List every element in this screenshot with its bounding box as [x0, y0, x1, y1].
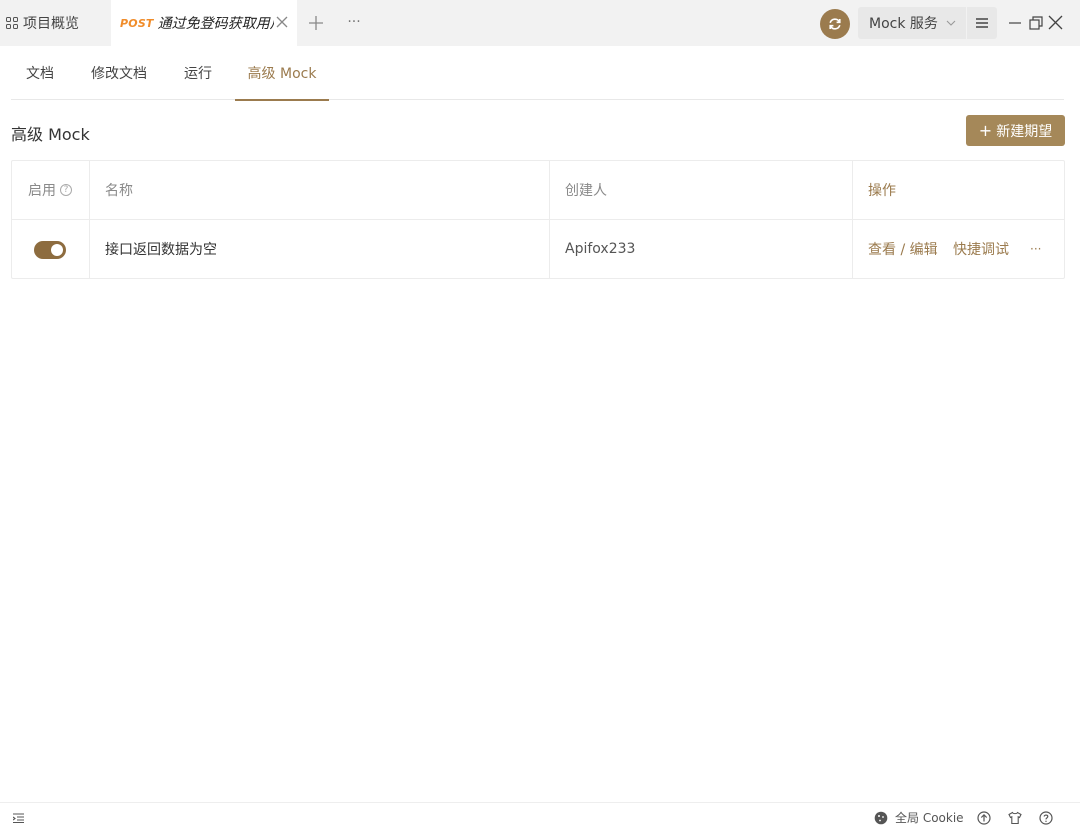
enable-toggle[interactable] [34, 241, 66, 259]
question-icon [1039, 810, 1053, 825]
quick-debug-link[interactable]: 快捷调试 [953, 220, 1009, 278]
new-expectation-label: 新建期望 [996, 123, 1053, 140]
tab-advanced-mock[interactable]: 高级 Mock [235, 46, 329, 101]
tab-endpoint[interactable]: POST 通过免登码获取用户信息 [111, 0, 297, 46]
row-more-icon[interactable]: ··· [1030, 220, 1041, 278]
tab-bar: 项目概览 POST 通过免登码获取用户信息 ··· Mock 服务 [0, 0, 1080, 46]
close-icon[interactable] [274, 14, 290, 30]
tab-edit-docs[interactable]: 修改文档 [87, 46, 151, 100]
sync-icon [829, 18, 841, 30]
hamburger-icon [976, 18, 988, 28]
sync-button[interactable] [820, 9, 850, 39]
toggle-knob [51, 244, 63, 256]
grid-icon [6, 17, 18, 29]
window-close-icon[interactable] [1048, 15, 1063, 30]
header-enabled: 启用 ? [28, 161, 72, 219]
mock-service-select[interactable]: Mock 服务 [858, 7, 966, 39]
help-icon[interactable]: ? [60, 184, 72, 196]
theme-icon [1008, 811, 1022, 824]
status-bar: 全局 Cookie [0, 802, 1080, 831]
tab-project-overview[interactable]: 项目概览 [0, 0, 111, 46]
tab-endpoint-title: 通过免登码获取用户信息 [157, 16, 274, 32]
view-edit-link[interactable]: 查看 / 编辑 [868, 220, 938, 278]
new-expectation-button[interactable]: + 新建期望 [966, 115, 1065, 146]
global-cookie-label: 全局 Cookie [895, 811, 964, 825]
row-creator: Apifox233 [565, 241, 636, 257]
plus-icon: + [978, 121, 993, 140]
method-badge: POST [120, 16, 154, 30]
restore-icon[interactable] [1029, 16, 1043, 30]
list-indent-icon [13, 812, 24, 823]
header-enabled-label: 启用 [28, 183, 56, 199]
help-circle-icon[interactable] [1039, 803, 1053, 831]
upload-icon[interactable] [977, 803, 991, 831]
header-creator: 创建人 [565, 183, 607, 199]
row-name: 接口返回数据为空 [105, 242, 217, 258]
mock-service-label: Mock 服务 [869, 16, 938, 32]
outline-toggle-icon[interactable] [13, 803, 24, 831]
tab-run[interactable]: 运行 [173, 46, 223, 100]
global-cookie-button[interactable]: 全局 Cookie [874, 803, 964, 831]
header-name: 名称 [105, 183, 133, 199]
section-title: 高级 Mock [11, 125, 90, 144]
header-actions: 操作 [868, 183, 896, 199]
arrow-up-circle-icon [977, 810, 991, 825]
sub-tabs: 文档 修改文档 运行 高级 Mock [11, 46, 1064, 101]
minimize-icon[interactable] [1009, 16, 1021, 30]
shirt-icon[interactable] [1008, 803, 1022, 831]
tab-overview-label: 项目概览 [23, 16, 79, 32]
cookie-icon [874, 811, 888, 824]
menu-button[interactable] [967, 7, 997, 39]
plus-icon[interactable] [306, 13, 326, 33]
mock-table: 启用 ? 名称 创建人 操作 接口返回数据为空 Apifox233 查看 / 编… [11, 160, 1065, 279]
chevron-down-icon [946, 20, 956, 26]
tab-docs[interactable]: 文档 [15, 46, 65, 100]
more-icon[interactable]: ··· [344, 13, 364, 33]
